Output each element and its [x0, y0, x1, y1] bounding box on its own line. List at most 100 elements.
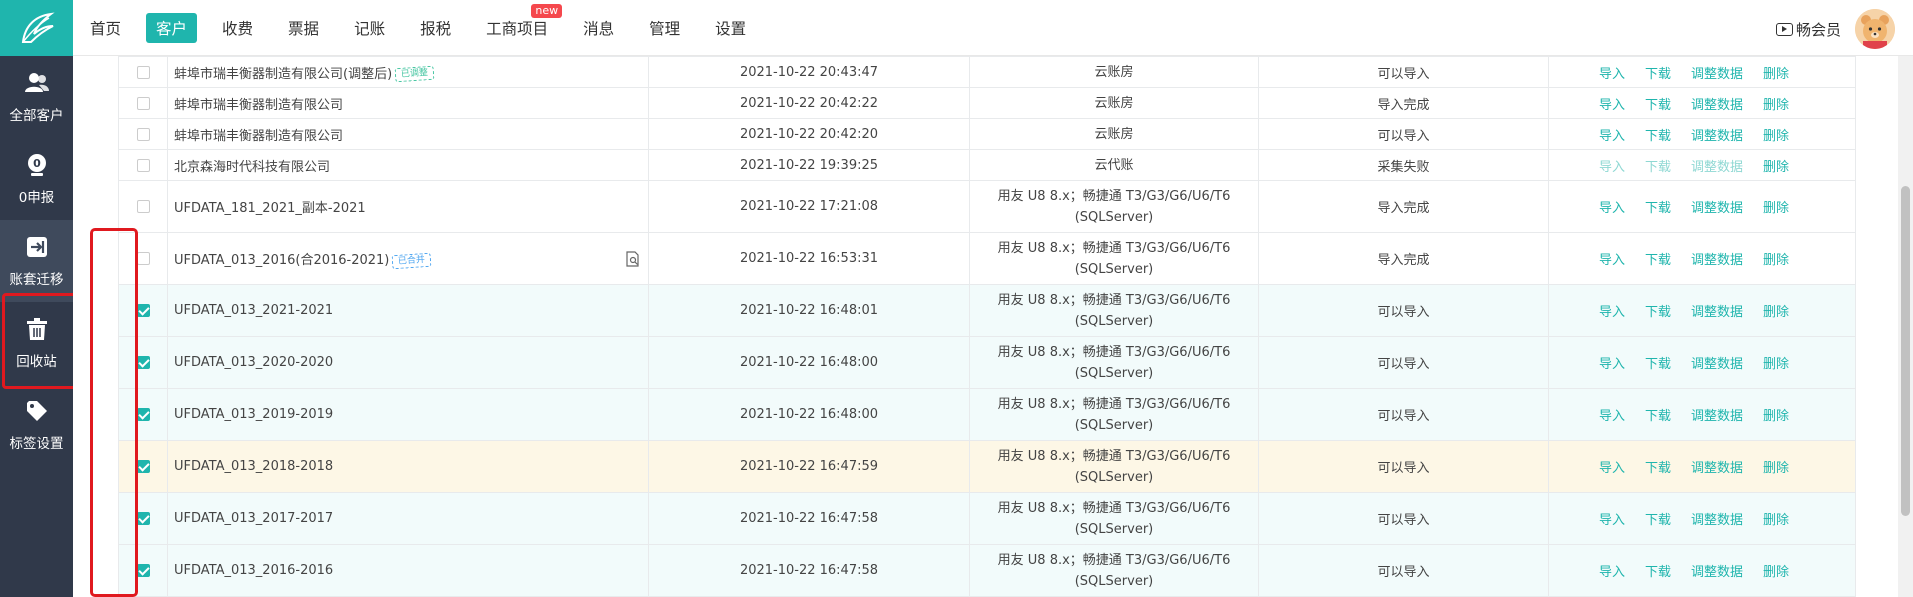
nav-item[interactable]: 工商项目 new — [476, 4, 563, 43]
adjust-data-link[interactable]: 调整数据 — [1691, 201, 1743, 216]
delete-link[interactable]: 删除 — [1763, 67, 1789, 82]
document-search-icon[interactable] — [626, 250, 640, 267]
import-link[interactable]: 导入 — [1599, 513, 1625, 528]
nav-item[interactable]: 票据 — [278, 13, 329, 43]
download-link[interactable]: 下载 — [1645, 461, 1671, 476]
app-logo[interactable] — [0, 0, 73, 56]
delete-link[interactable]: 删除 — [1763, 409, 1789, 424]
row-checkbox[interactable] — [136, 252, 150, 265]
import-link[interactable]: 导入 — [1599, 129, 1625, 144]
adjust-data-link[interactable]: 调整数据 — [1691, 129, 1743, 144]
download-link[interactable]: 下载 — [1645, 160, 1671, 175]
adjust-data-link[interactable]: 调整数据 — [1691, 461, 1743, 476]
row-checkbox[interactable] — [136, 460, 150, 473]
import-link[interactable]: 导入 — [1599, 461, 1625, 476]
checkbox-cell — [118, 544, 168, 597]
row-checkbox[interactable] — [136, 127, 150, 141]
nav-item[interactable]: 报税 — [410, 13, 461, 43]
delete-link[interactable]: 删除 — [1763, 461, 1789, 476]
sidebar-item-account-migration[interactable]: 账套迁移 — [0, 220, 73, 302]
download-link[interactable]: 下载 — [1645, 201, 1671, 216]
nav-item[interactable]: 设置 — [705, 13, 756, 43]
adjust-data-link[interactable]: 调整数据 — [1691, 513, 1743, 528]
adjust-data-link[interactable]: 调整数据 — [1691, 305, 1743, 320]
sidebar-item-zero-declare[interactable]: 0 0申报 — [0, 138, 73, 220]
account-name: UFDATA_013_2019-2019 — [174, 407, 334, 422]
import-link[interactable]: 导入 — [1599, 305, 1625, 320]
delete-link[interactable]: 删除 — [1763, 129, 1789, 144]
row-checkbox[interactable] — [136, 564, 150, 577]
adjust-data-link[interactable]: 调整数据 — [1691, 98, 1743, 113]
download-link[interactable]: 下载 — [1645, 305, 1671, 320]
row-checkbox[interactable] — [136, 65, 150, 79]
avatar[interactable] — [1855, 9, 1895, 49]
import-link[interactable]: 导入 — [1599, 409, 1625, 424]
nav-item-label: 票据 — [288, 20, 320, 38]
adjust-data-link[interactable]: 调整数据 — [1691, 409, 1743, 424]
download-link[interactable]: 下载 — [1645, 357, 1671, 372]
row-checkbox[interactable] — [136, 200, 150, 213]
nav-item[interactable]: 管理 — [639, 13, 690, 43]
download-link[interactable]: 下载 — [1645, 67, 1671, 82]
scrollbar-thumb[interactable] — [1901, 186, 1910, 516]
row-checkbox[interactable] — [136, 96, 150, 110]
delete-link[interactable]: 删除 — [1763, 98, 1789, 113]
import-status: 导入完成 — [1258, 180, 1549, 233]
download-link[interactable]: 下载 — [1645, 98, 1671, 113]
software-type: 用友 U8 8.x；畅捷通 T3/G3/G6/U6/T6 (SQLServer) — [969, 284, 1259, 337]
delete-link[interactable]: 删除 — [1763, 513, 1789, 528]
nav-item[interactable]: 首页 — [80, 13, 131, 43]
table-row: UFDATA_013_2016(合2016-2021) 已合并 2021-10-22… — [118, 232, 1856, 285]
adjust-data-link[interactable]: 调整数据 — [1691, 160, 1743, 175]
import-status: 可以导入 — [1258, 284, 1549, 337]
download-link[interactable]: 下载 — [1645, 565, 1671, 580]
delete-link[interactable]: 删除 — [1763, 305, 1789, 320]
account-name: 北京森海时代科技有限公司 — [174, 159, 331, 175]
row-checkbox[interactable] — [136, 356, 150, 369]
import-link[interactable]: 导入 — [1599, 253, 1625, 268]
row-checkbox[interactable] — [136, 304, 150, 317]
row-checkbox[interactable] — [136, 512, 150, 525]
nav-item[interactable]: 记账 — [344, 13, 395, 43]
delete-link[interactable]: 删除 — [1763, 160, 1789, 175]
nav-item[interactable]: 消息 — [573, 13, 624, 43]
delete-link[interactable]: 删除 — [1763, 357, 1789, 372]
download-link[interactable]: 下载 — [1645, 129, 1671, 144]
adjust-data-link[interactable]: 调整数据 — [1691, 565, 1743, 580]
adjust-data-link[interactable]: 调整数据 — [1691, 67, 1743, 82]
import-link[interactable]: 导入 — [1599, 357, 1625, 372]
delete-link[interactable]: 删除 — [1763, 201, 1789, 216]
nav-item[interactable]: 收费 — [212, 13, 263, 43]
row-checkbox[interactable] — [136, 158, 150, 172]
download-link[interactable]: 下载 — [1645, 513, 1671, 528]
import-link[interactable]: 导入 — [1599, 67, 1625, 82]
import-link[interactable]: 导入 — [1599, 201, 1625, 216]
vertical-scrollbar[interactable] — [1898, 56, 1913, 597]
download-link[interactable]: 下载 — [1645, 409, 1671, 424]
sidebar: 全部客户 0 0申报 账套迁移 回收站 标签设置 — [0, 56, 78, 597]
sidebar-item-all-customers[interactable]: 全部客户 — [0, 56, 73, 138]
sidebar-item-tag-settings[interactable]: 标签设置 — [0, 384, 73, 466]
account-name-cell: UFDATA_013_2017-2017 — [167, 492, 649, 545]
created-time: 2021-10-22 17:21:08 — [648, 180, 970, 233]
import-link[interactable]: 导入 — [1599, 98, 1625, 113]
checkbox-cell — [118, 336, 168, 389]
import-link[interactable]: 导入 — [1599, 160, 1625, 175]
import-link[interactable]: 导入 — [1599, 565, 1625, 580]
account-name-cell: 蚌埠市瑞丰衡器制造有限公司(调整后) 已调整 — [167, 56, 649, 88]
created-time: 2021-10-22 16:48:00 — [648, 336, 970, 389]
adjust-data-link[interactable]: 调整数据 — [1691, 253, 1743, 268]
account-name: UFDATA_013_2020-2020 — [174, 355, 334, 370]
row-checkbox[interactable] — [136, 408, 150, 421]
software-type: 用友 U8 8.x；畅捷通 T3/G3/G6/U6/T6 (SQLServer) — [969, 388, 1259, 441]
member-link[interactable]: 畅会员 — [1775, 19, 1841, 40]
operations-cell: 导入 下载 调整数据 删除 — [1548, 56, 1856, 88]
download-link[interactable]: 下载 — [1645, 253, 1671, 268]
adjust-data-link[interactable]: 调整数据 — [1691, 357, 1743, 372]
sidebar-item-recycle-bin[interactable]: 回收站 — [0, 302, 73, 384]
delete-link[interactable]: 删除 — [1763, 253, 1789, 268]
nav-item[interactable]: 客户 — [146, 13, 198, 43]
delete-link[interactable]: 删除 — [1763, 565, 1789, 580]
table-row: 蚌埠市瑞丰衡器制造有限公司 2021-10-22 20:42:20 云账房 可以导入导… — [118, 118, 1856, 150]
created-time: 2021-10-22 19:39:25 — [648, 149, 970, 181]
